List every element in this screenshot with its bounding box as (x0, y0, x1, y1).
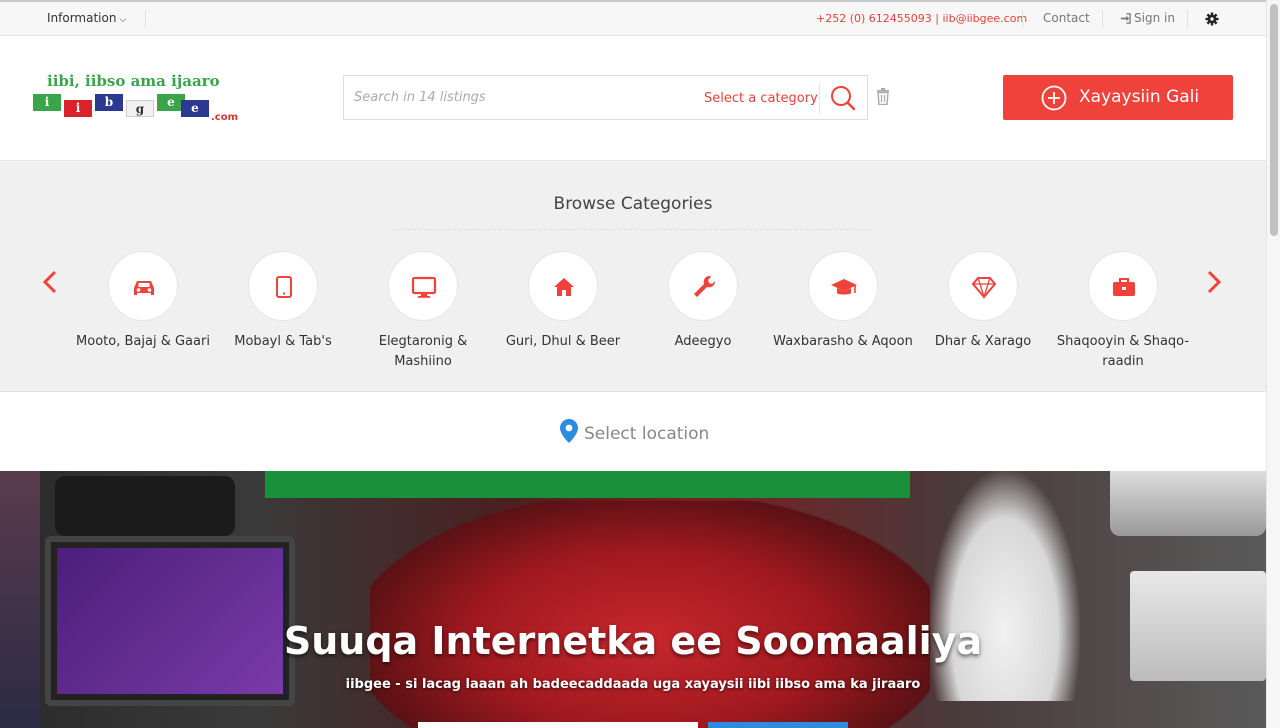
scrollbar-thumb[interactable] (1270, 4, 1278, 236)
divider (1187, 10, 1188, 28)
logo-letter: b (95, 94, 123, 111)
camera-image (55, 476, 235, 536)
logo-tagline: iibi, iibso ama ijaaro (47, 72, 220, 90)
suv-image (1110, 471, 1266, 536)
category-item[interactable]: Shaqooyin & Shaqo-raadin (1053, 251, 1193, 372)
divider (145, 10, 146, 28)
section-title: Browse Categories (553, 194, 713, 214)
contact-link[interactable]: Contact (1043, 11, 1090, 25)
site-logo[interactable]: iibi, iibso ama ijaaro i i b g e e .com (33, 72, 245, 132)
category-item[interactable]: Dhar & Xarago (913, 251, 1053, 352)
post-ad-button[interactable]: Xayaysiin Gali (1003, 75, 1233, 120)
dress-image (930, 471, 1080, 701)
hero-headline: Suuqa Internetka ee Soomaaliya (283, 619, 983, 663)
tablet-icon (276, 276, 292, 298)
wrench-icon (694, 275, 716, 297)
diamond-icon (971, 277, 997, 300)
category-item[interactable]: Mobayl & Tab's (213, 251, 353, 352)
sign-in-link[interactable]: Sign in (1120, 11, 1175, 25)
category-label: Elegtaronig & Mashiino (378, 334, 468, 369)
home-icon (554, 278, 574, 296)
category-item[interactable]: Mooto, Bajaj & Gaari (73, 251, 213, 352)
divider (1102, 10, 1103, 28)
hero-search-input[interactable] (418, 722, 698, 728)
carousel-prev-icon[interactable] (40, 269, 60, 299)
location-select[interactable]: Select location (560, 419, 709, 444)
information-menu[interactable]: Information ⌵ (47, 11, 126, 25)
scrollbar[interactable] (1266, 0, 1280, 728)
hero-subline: iibgee - si lacag laaan ah badeecaddaada… (345, 677, 921, 692)
category-label: Dhar & Xarago (934, 334, 1032, 349)
logo-letter: e (181, 100, 209, 117)
post-ad-label: Xayaysiin Gali (1079, 87, 1200, 107)
car-icon (134, 281, 154, 295)
search-icon[interactable] (829, 84, 857, 116)
divider (393, 229, 873, 230)
search-bar: Search in 14 listings Select a category (343, 75, 868, 120)
location-pin-icon (560, 419, 578, 443)
phone-email-text[interactable]: +252 (0) 612455093 | iib@iibgee.com (816, 12, 1027, 25)
green-band (265, 471, 910, 498)
car-image (370, 501, 930, 728)
header: iibi, iibso ama ijaaro i i b g e e .com … (0, 36, 1266, 161)
sign-in-icon (1120, 13, 1131, 24)
divider (1022, 10, 1023, 28)
top-bar: Information ⌵ +252 (0) 612455093 | iib@ii… (0, 0, 1266, 36)
category-item[interactable]: Elegtaronig & Mashiino (353, 251, 493, 372)
category-label: Guri, Dhul & Beer (505, 334, 621, 349)
logo-dotcom: .com (211, 112, 239, 123)
chevron-down-icon: ⌵ (119, 15, 127, 25)
plus-circle-icon (1041, 85, 1067, 111)
logo-letter: i (64, 100, 92, 117)
logo-letter: i (33, 94, 61, 111)
category-label: Mobayl & Tab's (234, 334, 332, 349)
category-item[interactable]: Waxbarasho & Aqoon (773, 251, 913, 352)
category-label: Adeegyo (674, 334, 732, 349)
category-label: Shaqooyin & Shaqo-raadin (1056, 334, 1190, 369)
browse-categories: Browse Categories Mooto, Bajaj & Gaari M… (0, 161, 1266, 392)
hero-banner: Suuqa Internetka ee Soomaaliya iibgee - … (0, 471, 1266, 728)
carousel-next-icon[interactable] (1204, 269, 1224, 299)
hero-search-button[interactable] (708, 722, 848, 728)
search-input[interactable]: Search in 14 listings (354, 90, 486, 105)
monitor-icon (411, 276, 437, 298)
category-label: Mooto, Bajaj & Gaari (76, 334, 210, 349)
category-select[interactable]: Select a category (704, 91, 818, 106)
category-item[interactable]: Guri, Dhul & Beer (493, 251, 633, 352)
divider (819, 82, 820, 114)
information-label: Information (47, 11, 117, 25)
location-bar: Select location (0, 392, 1266, 471)
graduation-cap-icon (831, 279, 857, 295)
category-label: Waxbarasho & Aqoon (773, 334, 913, 349)
location-label: Select location (584, 424, 710, 444)
logo-letter: g (126, 100, 154, 117)
sign-in-label: Sign in (1134, 11, 1175, 25)
gear-icon[interactable] (1205, 11, 1219, 30)
briefcase-icon (1113, 278, 1135, 296)
category-item[interactable]: Adeegyo (633, 251, 773, 352)
trash-icon[interactable] (875, 88, 891, 109)
